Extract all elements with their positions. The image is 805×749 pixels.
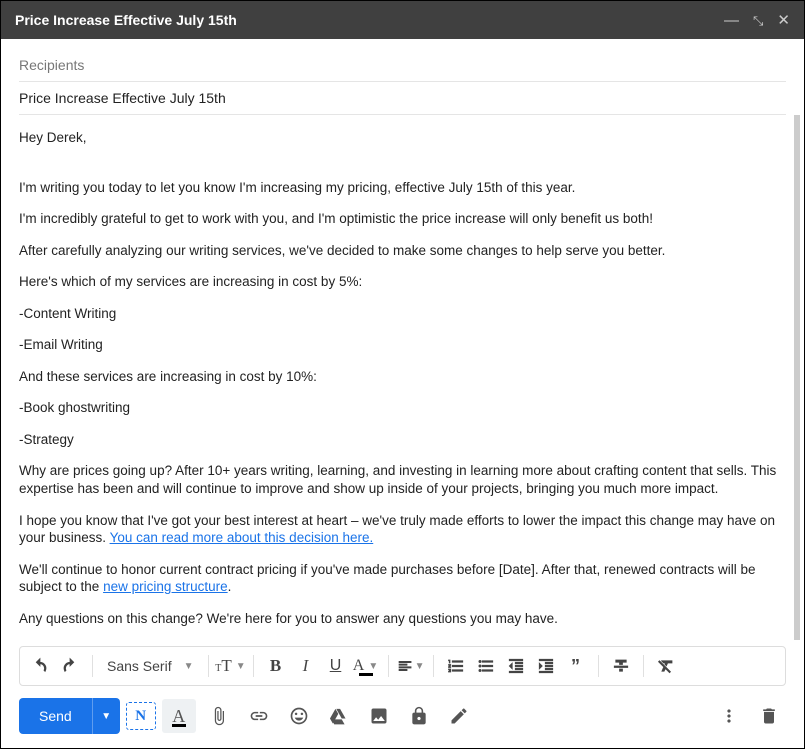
underline-label: U — [330, 657, 342, 675]
font-size-icon[interactable]: TT▼ — [217, 652, 245, 680]
toolbar-separator — [433, 655, 434, 677]
recipients-field[interactable]: Recipients — [19, 49, 786, 82]
minimize-icon[interactable]: — — [724, 13, 739, 28]
insert-drive-icon[interactable] — [322, 699, 356, 733]
clear-format-icon[interactable] — [652, 652, 680, 680]
body-text: . — [228, 579, 232, 594]
strikethrough-icon[interactable] — [607, 652, 635, 680]
confidential-mode-icon[interactable] — [402, 699, 436, 733]
insert-emoji-icon[interactable] — [282, 699, 316, 733]
underline-button[interactable]: U — [322, 652, 350, 680]
compose-body-wrap: Hey Derek, I'm writing you today to let … — [1, 115, 804, 640]
subject-field[interactable]: Price Increase Effective July 15th — [19, 82, 786, 115]
bold-button[interactable]: B — [262, 652, 290, 680]
indent-less-icon[interactable] — [502, 652, 530, 680]
quote-icon[interactable]: ” — [562, 652, 590, 680]
insert-image-icon[interactable] — [362, 699, 396, 733]
body-list-item: -Email Writing — [19, 336, 784, 354]
discard-draft-icon[interactable] — [752, 699, 786, 733]
compose-body[interactable]: Hey Derek, I'm writing you today to let … — [19, 115, 800, 640]
chevron-down-icon: ▼ — [415, 661, 425, 672]
italic-button[interactable]: I — [292, 652, 320, 680]
send-group: Send ▼ — [19, 698, 120, 734]
send-button[interactable]: Send — [19, 698, 92, 734]
toolbar-separator — [253, 655, 254, 677]
toolbar-separator — [598, 655, 599, 677]
expand-icon[interactable]: ⤡ — [753, 14, 763, 27]
insert-link-icon[interactable] — [242, 699, 276, 733]
compose-window: Price Increase Effective July 15th — ⤡ ✕… — [0, 0, 805, 749]
numbered-list-icon[interactable] — [442, 652, 470, 680]
body-list-item: -Content Writing — [19, 305, 784, 323]
compose-bottombar: Send ▼ N A — [1, 694, 804, 748]
compose-header: Recipients Price Increase Effective July… — [1, 39, 804, 115]
font-family-label: Sans Serif — [107, 658, 172, 674]
text-color-button[interactable]: A ▼ — [352, 652, 380, 680]
toolbar-separator — [388, 655, 389, 677]
bulleted-list-icon[interactable] — [472, 652, 500, 680]
window-title: Price Increase Effective July 15th — [15, 12, 237, 28]
decision-link[interactable]: You can read more about this decision he… — [110, 530, 374, 545]
body-paragraph: We'll continue to honor current contract… — [19, 561, 784, 596]
indent-more-icon[interactable] — [532, 652, 560, 680]
signature-toggle-icon[interactable]: N — [126, 702, 156, 730]
body-paragraph: Why are prices going up? After 10+ years… — [19, 462, 784, 497]
chevron-down-icon: ▼ — [184, 661, 194, 672]
chevron-down-icon: ▼ — [236, 661, 246, 672]
font-family-select[interactable]: Sans Serif ▼ — [101, 658, 200, 674]
color-swatch — [172, 724, 186, 727]
body-paragraph: After carefully analyzing our writing se… — [19, 242, 784, 260]
pricing-structure-link[interactable]: new pricing structure — [103, 579, 228, 594]
body-paragraph: I'm writing you today to let you know I'… — [19, 179, 784, 197]
toolbar-separator — [208, 655, 209, 677]
more-options-icon[interactable] — [712, 699, 746, 733]
body-paragraph: And these services are increasing in cos… — [19, 368, 784, 386]
body-paragraph: I hope you know that I've got your best … — [19, 512, 784, 547]
close-icon[interactable]: ✕ — [777, 13, 790, 28]
body-greeting: Hey Derek, — [19, 129, 784, 147]
color-swatch — [359, 673, 373, 676]
attach-file-icon[interactable] — [202, 699, 236, 733]
send-more-button[interactable]: ▼ — [92, 698, 120, 734]
align-button[interactable]: ▼ — [397, 652, 425, 680]
undo-icon[interactable] — [26, 652, 54, 680]
body-paragraph: Here's which of my services are increasi… — [19, 273, 784, 291]
body-paragraph: Any questions on this change? We're here… — [19, 610, 784, 628]
format-toggle-button[interactable]: A — [162, 699, 196, 733]
body-paragraph: I'm incredibly grateful to get to work w… — [19, 210, 784, 228]
toolbar-separator — [92, 655, 93, 677]
redo-icon[interactable] — [56, 652, 84, 680]
insert-signature-icon[interactable] — [442, 699, 476, 733]
toolbar-separator — [643, 655, 644, 677]
window-controls: — ⤡ ✕ — [724, 13, 790, 28]
window-titlebar: Price Increase Effective July 15th — ⤡ ✕ — [1, 1, 804, 39]
format-toolbar: Sans Serif ▼ TT▼ B I U A ▼ ▼ — [19, 646, 786, 686]
chevron-down-icon: ▼ — [368, 661, 378, 672]
body-list-item: -Book ghostwriting — [19, 399, 784, 417]
body-list-item: -Strategy — [19, 431, 784, 449]
